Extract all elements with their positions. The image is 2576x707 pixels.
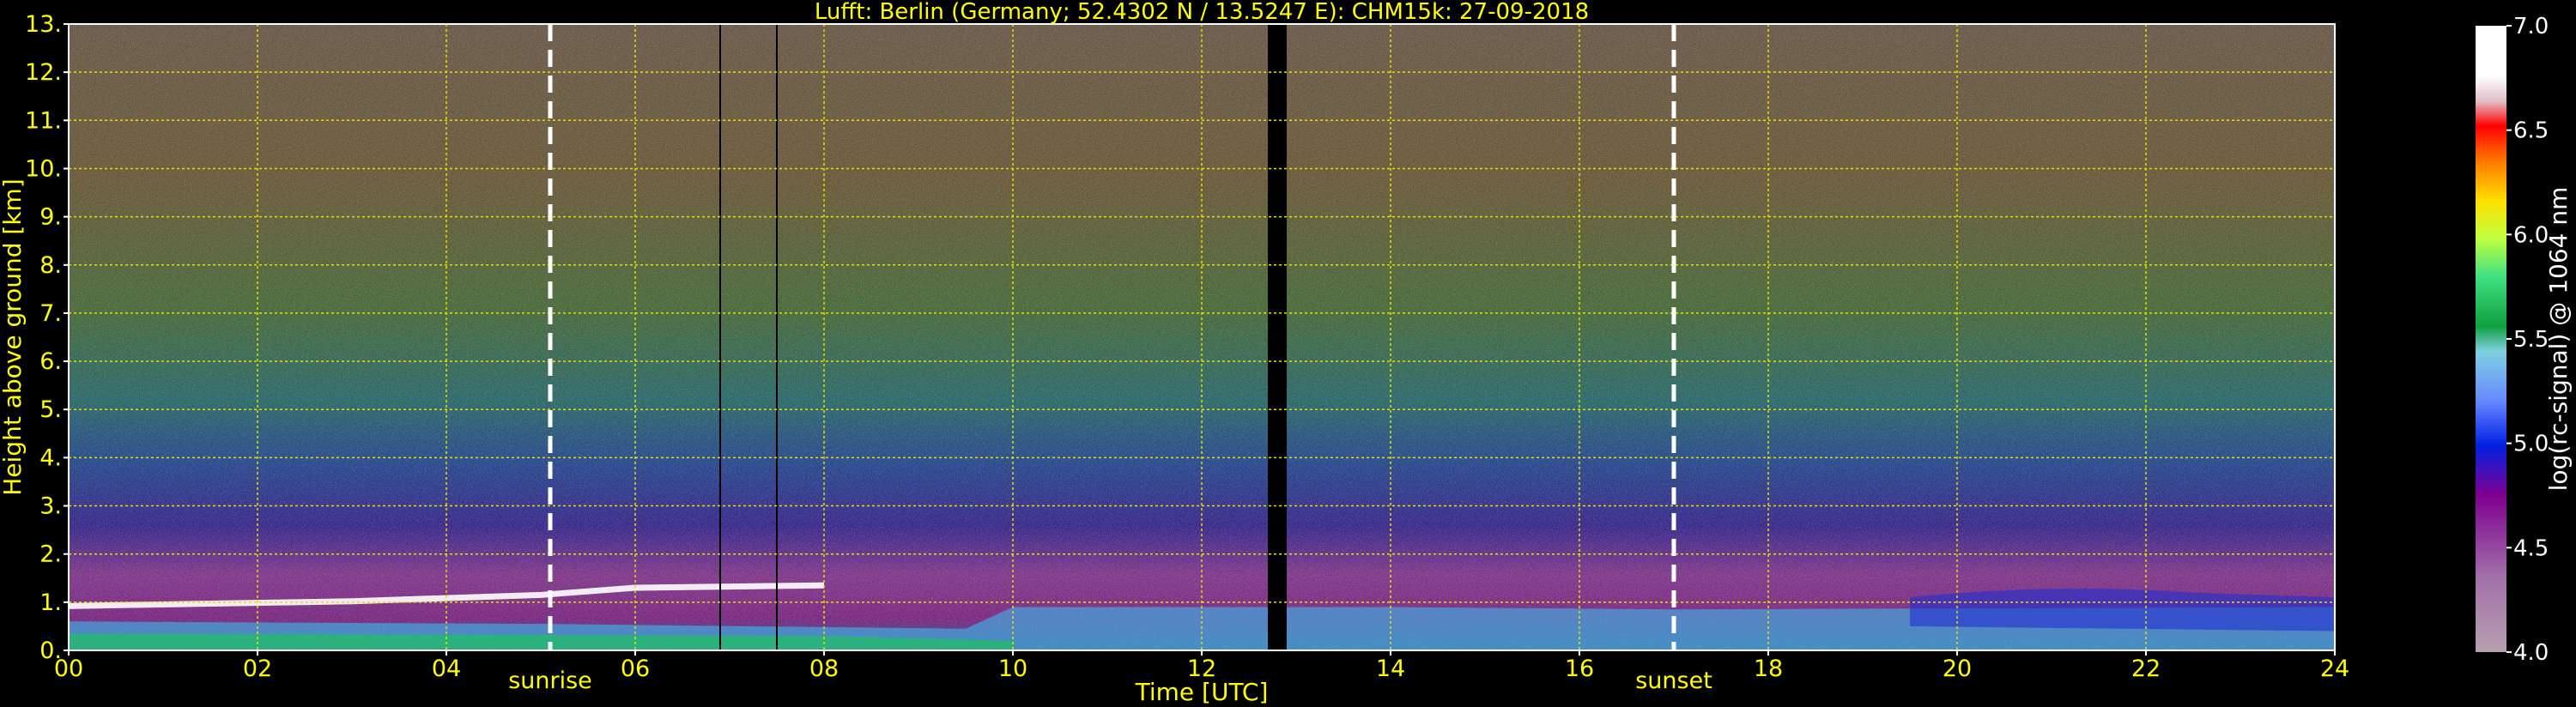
y-tick-label: 6. — [39, 348, 62, 375]
x-tick-label: 22 — [2131, 656, 2161, 682]
data-gap — [1268, 24, 1287, 650]
chart-title: Lufft: Berlin (Germany; 52.4302 N / 13.5… — [815, 0, 1589, 25]
y-tick-label: 7. — [39, 300, 62, 327]
y-tick-label: 10. — [25, 155, 62, 182]
y-tick-label: 2. — [39, 541, 62, 568]
y-tick-label: 4. — [39, 444, 62, 471]
y-tick-label: 5. — [39, 396, 62, 423]
x-tick-label: 04 — [432, 656, 461, 682]
x-axis-label: Time [UTC] — [1135, 678, 1269, 706]
y-tick-label: 11. — [25, 107, 62, 134]
y-tick-label: 12. — [25, 59, 62, 86]
x-tick-label: 06 — [621, 656, 650, 682]
colorbar-label: log(rc-signal) @ 1064 nm — [2544, 187, 2573, 492]
x-tick-label: 08 — [809, 656, 839, 682]
y-tick-label: 8. — [39, 252, 62, 279]
colorbar-tick-label: 4.5 — [2513, 535, 2549, 561]
y-tick-label: 13. — [25, 11, 62, 38]
x-tick-label: 16 — [1565, 656, 1594, 682]
y-tick-label: 3. — [39, 493, 62, 520]
colorbar-gradient — [2476, 26, 2506, 652]
colorbar: 4.04.55.05.56.06.57.0 log(rc-signal) @ 1… — [2476, 14, 2573, 666]
colorbar-tick-label: 7.0 — [2513, 14, 2549, 39]
x-tick-label: 02 — [243, 656, 272, 682]
ceilometer-chart: 00 02 04 06 08 10 12 14 16 18 20 22 240.1.2.3.4.5.6.… — [0, 0, 2573, 706]
colorbar-tick-label: 6.5 — [2513, 118, 2549, 144]
x-tick-label: 18 — [1754, 656, 1783, 682]
x-tick-label: 14 — [1376, 656, 1405, 682]
sunrise-annotation: sunrise — [508, 668, 592, 694]
sunset-annotation: sunset — [1635, 668, 1712, 694]
y-tick-label: 0. — [39, 638, 62, 664]
colorbar-tick-label: 4.0 — [2513, 640, 2549, 666]
y-axis-label: Height above ground [km] — [0, 178, 27, 496]
x-tick-label: 10 — [998, 656, 1027, 682]
x-tick-label: 20 — [1943, 656, 1972, 682]
x-tick-label: 24 — [2320, 656, 2349, 682]
y-tick-label: 1. — [39, 589, 62, 616]
y-tick-label: 9. — [39, 204, 62, 231]
